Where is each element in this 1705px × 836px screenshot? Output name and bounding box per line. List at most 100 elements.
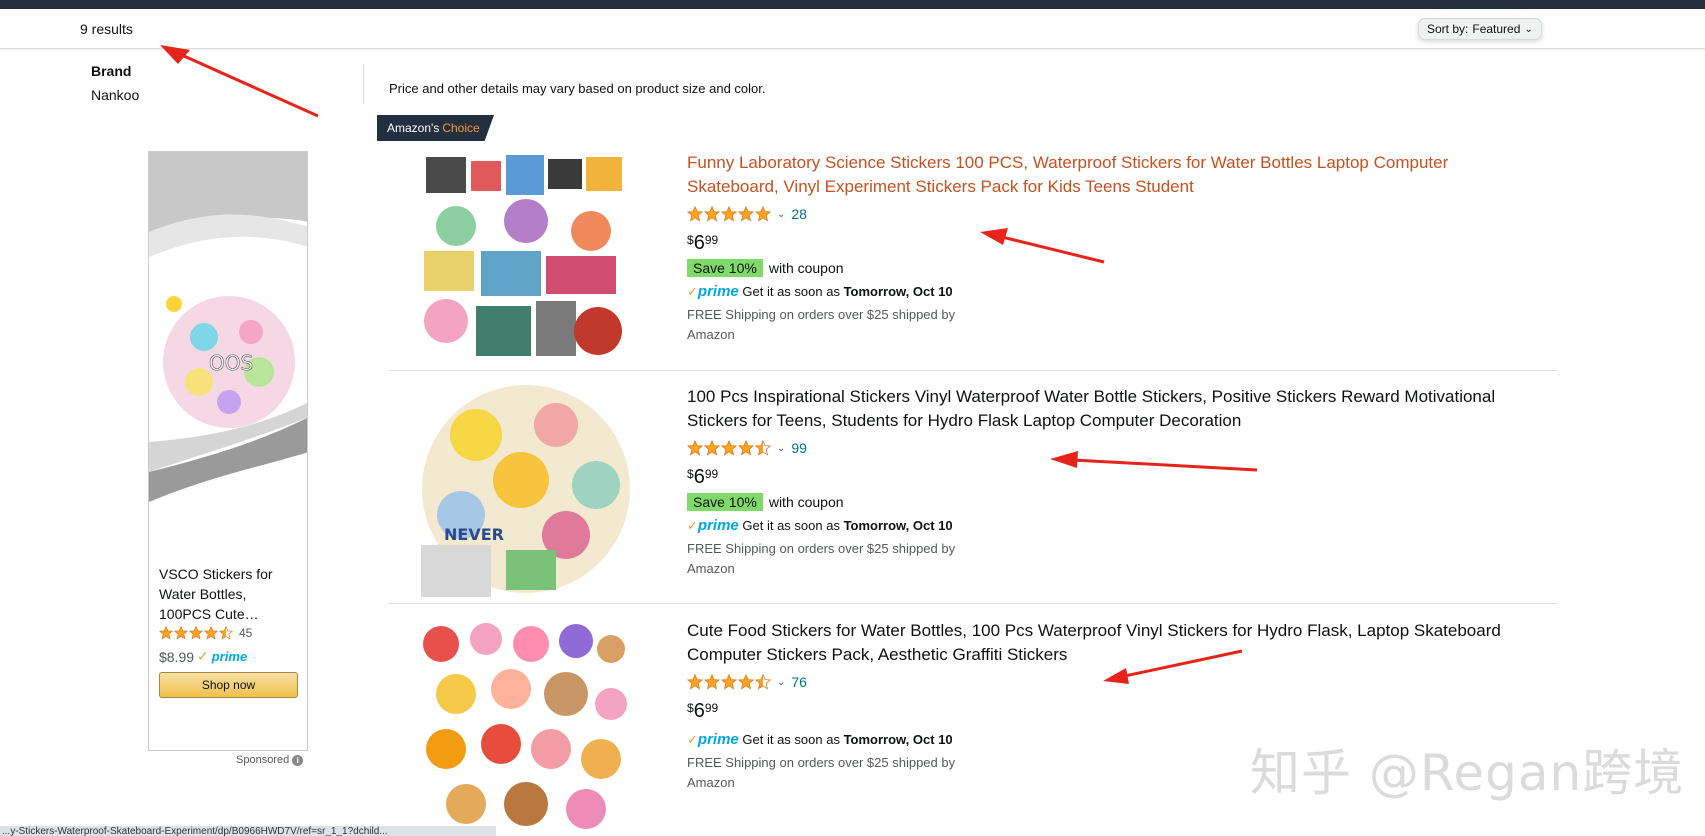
- delivery-prefix: Get it as soon as: [742, 284, 840, 299]
- review-count[interactable]: 28: [791, 206, 807, 222]
- product-info: 100 Pcs Inspirational Stickers Vinyl Wat…: [687, 385, 1507, 579]
- ad-rating[interactable]: 45: [159, 626, 252, 640]
- shop-now-button[interactable]: Shop now: [159, 672, 298, 698]
- filter-heading-brand: Brand: [91, 63, 132, 79]
- ad-review-count: 45: [239, 626, 253, 640]
- price-note: Price and other details may vary based o…: [389, 81, 766, 96]
- badge-highlight: Choice: [442, 121, 480, 135]
- ad-product-image[interactable]: OOS: [159, 292, 299, 432]
- delivery-row: ✓prime Get it as soon as Tomorrow, Oct 1…: [687, 729, 957, 751]
- sort-dropdown[interactable]: Sort by: Featured ⌄: [1418, 18, 1542, 40]
- shipping-text: FREE Shipping on orders over $25 shipped…: [687, 307, 956, 342]
- delivery-date: Tomorrow, Oct 10: [843, 284, 953, 299]
- delivery-row: ✓prime Get it as soon as Tomorrow, Oct 1…: [687, 281, 957, 303]
- product-card: NEVER 100 Pcs Inspirational Stickers Vin…: [389, 385, 1557, 601]
- star-icon: [687, 674, 703, 690]
- product-image-inspirational-stickers[interactable]: NEVER: [416, 385, 630, 599]
- sort-value: Featured: [1472, 22, 1521, 36]
- sponsored-text: Sponsored: [236, 754, 290, 766]
- review-count[interactable]: 76: [791, 674, 807, 690]
- delivery-date: Tomorrow, Oct 10: [843, 518, 953, 533]
- rating-row[interactable]: ⌄ 28: [687, 205, 1507, 223]
- star-icon: [204, 626, 218, 640]
- product-image-science-stickers[interactable]: [416, 151, 630, 365]
- rating-row[interactable]: ⌄ 76: [687, 673, 1507, 691]
- price-fraction: 99: [704, 701, 719, 715]
- star-icon: [738, 206, 754, 222]
- price[interactable]: $ 6 99: [687, 231, 1507, 257]
- star-icon: [687, 440, 703, 456]
- star-icon: [721, 440, 737, 456]
- prime-check-icon: ✓: [687, 284, 698, 299]
- prime-logo: prime: [211, 649, 248, 664]
- divider: [389, 603, 1557, 604]
- price-symbol: $: [687, 701, 694, 715]
- star-icon: [738, 440, 754, 456]
- star-rating: [687, 206, 771, 222]
- chevron-down-icon: ⌄: [777, 442, 786, 454]
- product-title[interactable]: Cute Food Stickers for Water Bottles, 10…: [687, 619, 1507, 667]
- delivery-row: ✓prime Get it as soon as Tomorrow, Oct 1…: [687, 515, 957, 537]
- sponsored-ad[interactable]: OOS VSCO Stickers for Water Bottles, 100…: [148, 151, 308, 751]
- price-symbol: $: [687, 233, 694, 247]
- ad-price: $8.99: [159, 648, 195, 665]
- coupon-row: Save 10% with coupon: [687, 493, 1507, 511]
- star-icon: [219, 626, 233, 640]
- star-icon: [738, 674, 754, 690]
- results-bar: 9 results Sort by: Featured ⌄: [0, 9, 1705, 49]
- filter-brand-nankoo[interactable]: Nankoo: [91, 87, 139, 103]
- delivery-prefix: Get it as soon as: [742, 732, 840, 747]
- product-info: Funny Laboratory Science Stickers 100 PC…: [687, 151, 1507, 345]
- product-image-food-stickers[interactable]: [416, 619, 630, 833]
- star-rating: [687, 440, 771, 456]
- sponsored-label[interactable]: Sponsored i: [236, 754, 304, 766]
- prime-check-icon: ✓: [687, 518, 698, 533]
- coupon-row: Save 10% with coupon: [687, 259, 1507, 277]
- results-count: 9 results: [80, 21, 133, 37]
- divider: [389, 370, 1557, 371]
- star-icon: [174, 626, 188, 640]
- price-whole: 6: [693, 700, 705, 722]
- price[interactable]: $ 6 99: [687, 465, 1507, 491]
- info-icon[interactable]: i: [292, 754, 304, 766]
- review-count[interactable]: 99: [791, 440, 807, 456]
- price-whole: 6: [693, 232, 705, 254]
- star-icon: [704, 674, 720, 690]
- amazons-choice-badge: Amazon's Choice: [377, 115, 494, 141]
- product-title[interactable]: Funny Laboratory Science Stickers 100 PC…: [687, 151, 1507, 199]
- arrow-results: [160, 45, 319, 118]
- coupon-text: with coupon: [768, 260, 844, 276]
- price[interactable]: $ 6 99: [687, 699, 1507, 725]
- star-icon: [755, 206, 771, 222]
- watermark: 知乎 @Regan跨境: [1250, 744, 1685, 802]
- status-bar-url: ...y-Stickers-Waterproof-Skateboard-Expe…: [0, 826, 496, 836]
- shipping-text: FREE Shipping on orders over $25 shipped…: [687, 755, 956, 790]
- top-nav-bar: [0, 0, 1705, 9]
- prime-logo: prime: [697, 283, 739, 300]
- coupon-badge[interactable]: Save 10%: [687, 259, 763, 277]
- product-title[interactable]: 100 Pcs Inspirational Stickers Vinyl Wat…: [687, 385, 1507, 433]
- badge-prefix: Amazon's: [387, 121, 440, 135]
- delivery-prefix: Get it as soon as: [742, 518, 840, 533]
- chevron-down-icon: ⌄: [777, 676, 786, 688]
- star-icon: [687, 206, 703, 222]
- price-fraction: 99: [704, 467, 719, 481]
- delivery-date: Tomorrow, Oct 10: [843, 732, 953, 747]
- coupon-text: with coupon: [768, 494, 844, 510]
- star-icon: [704, 440, 720, 456]
- star-icon: [755, 674, 771, 690]
- product-card: Funny Laboratory Science Stickers 100 PC…: [389, 151, 1557, 367]
- svg-text:NEVER: NEVER: [444, 525, 504, 544]
- prime-logo: prime: [697, 517, 739, 534]
- divider: [363, 64, 364, 104]
- coupon-badge[interactable]: Save 10%: [687, 493, 763, 511]
- star-icon: [704, 206, 720, 222]
- prime-check-icon: ✓: [197, 648, 209, 664]
- star-icon: [721, 206, 737, 222]
- star-icon: [721, 674, 737, 690]
- svg-text:OOS: OOS: [209, 351, 253, 375]
- ad-title[interactable]: VSCO Stickers for Water Bottles, 100PCS …: [159, 564, 299, 624]
- star-icon: [159, 626, 173, 640]
- star-icon: [189, 626, 203, 640]
- rating-row[interactable]: ⌄ 99: [687, 439, 1507, 457]
